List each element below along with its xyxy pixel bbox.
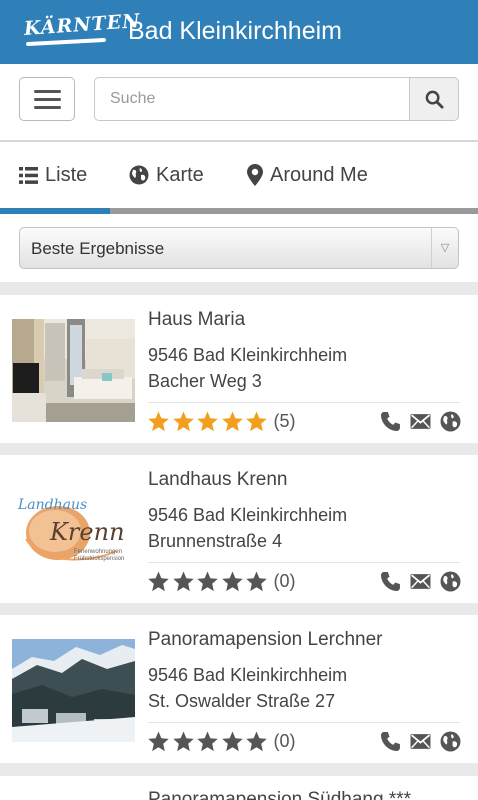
svg-text:Landhaus: Landhaus xyxy=(17,497,87,513)
listing-photo xyxy=(12,639,135,742)
svg-text:Ferienwohnungen: Ferienwohnungen xyxy=(74,549,122,555)
divider xyxy=(148,562,460,563)
star-empty-icon xyxy=(221,571,243,592)
listing-street: Bacher Weg 3 xyxy=(148,371,262,391)
search-bar xyxy=(0,64,478,142)
tab-liste[interactable]: Liste xyxy=(19,142,87,208)
rating-stars: (0) xyxy=(147,570,296,593)
listing-street: Brunnenstraße 4 xyxy=(148,531,283,551)
app-root: KÄRNTEN Bad Kleinkirchheim Liste xyxy=(0,0,478,800)
listing-street: St. Oswalder Straße 27 xyxy=(148,691,336,711)
star-empty-icon xyxy=(148,571,169,592)
star-empty-icon xyxy=(197,731,218,752)
star-empty-icon xyxy=(172,731,194,752)
chevron-down-icon: ▽ xyxy=(431,228,458,268)
svg-text:Frühstückspension: Frühstückspension xyxy=(74,556,124,562)
globe-icon[interactable] xyxy=(440,411,461,432)
phone-icon[interactable] xyxy=(380,731,401,752)
sort-area: Beste Ergebnisse ▽ xyxy=(0,214,478,282)
star-empty-icon xyxy=(246,731,267,752)
listing-postal-city: 9546 Bad Kleinkirchheim xyxy=(148,505,348,525)
star-empty-icon xyxy=(246,571,267,592)
listing-actions xyxy=(380,411,470,432)
list-item[interactable]: Panoramapension Südhang *** xyxy=(0,776,478,800)
globe-icon[interactable] xyxy=(440,731,461,752)
view-tabs: Liste Karte Around Me xyxy=(0,142,478,214)
star-empty-icon xyxy=(148,731,169,752)
phone-icon[interactable] xyxy=(380,571,401,592)
email-icon[interactable] xyxy=(410,571,431,592)
star-empty-icon xyxy=(221,731,243,752)
star-filled-icon xyxy=(221,411,243,432)
phone-icon[interactable] xyxy=(380,411,401,432)
divider xyxy=(148,402,460,403)
listing-postal-city: 9546 Bad Kleinkirchheim xyxy=(148,665,348,685)
rating-stars: (5) xyxy=(147,410,296,433)
star-filled-icon xyxy=(148,411,169,432)
tab-label: Around Me xyxy=(270,163,368,186)
listing-photo xyxy=(12,319,135,422)
star-empty-icon xyxy=(197,571,218,592)
list-item[interactable]: Haus Maria 9546 Bad Kleinkirchheim Bache… xyxy=(0,295,478,443)
sort-select[interactable]: Beste Ergebnisse ▽ xyxy=(19,227,459,269)
review-count: (5) xyxy=(273,411,296,431)
listing-actions xyxy=(380,731,470,752)
kaernten-logo[interactable]: KÄRNTEN xyxy=(23,10,141,40)
listing-name[interactable]: Landhaus Krenn xyxy=(148,469,287,491)
search-icon xyxy=(425,90,444,109)
map-pin-icon xyxy=(247,164,263,186)
star-empty-icon xyxy=(172,571,194,592)
page-title: Bad Kleinkirchheim xyxy=(128,17,342,45)
listing-postal-city: 9546 Bad Kleinkirchheim xyxy=(148,345,348,365)
search-button[interactable] xyxy=(409,77,459,121)
tab-label: Liste xyxy=(45,163,88,186)
tab-karte[interactable]: Karte xyxy=(129,142,204,208)
hamburger-icon xyxy=(34,90,61,93)
star-filled-icon xyxy=(172,411,194,432)
listing-logo-image: Landhaus Krenn Ferienwohnungen Frühstück… xyxy=(12,479,135,582)
svg-text:Krenn: Krenn xyxy=(49,518,125,546)
search-input[interactable] xyxy=(94,77,410,121)
listing-name[interactable]: Haus Maria xyxy=(148,309,245,331)
list-icon xyxy=(19,166,38,184)
email-icon[interactable] xyxy=(410,411,431,432)
list-item[interactable]: Panoramapension Lerchner 9546 Bad Kleink… xyxy=(0,615,478,763)
tab-label: Karte xyxy=(156,163,204,186)
menu-button[interactable] xyxy=(19,77,75,121)
rating-stars: (0) xyxy=(147,730,296,753)
globe-icon xyxy=(129,165,149,185)
star-filled-icon xyxy=(246,411,267,432)
divider xyxy=(148,722,460,723)
list-item[interactable]: Landhaus Krenn Ferienwohnungen Frühstück… xyxy=(0,455,478,603)
review-count: (0) xyxy=(273,731,296,751)
globe-icon[interactable] xyxy=(440,571,461,592)
email-icon[interactable] xyxy=(410,731,431,752)
listing-actions xyxy=(380,571,470,592)
listing-name[interactable]: Panoramapension Südhang *** xyxy=(148,789,411,800)
star-filled-icon xyxy=(197,411,218,432)
review-count: (0) xyxy=(273,571,296,591)
tab-around-me[interactable]: Around Me xyxy=(247,142,368,208)
listing-name[interactable]: Panoramapension Lerchner xyxy=(148,629,383,651)
sort-selected-value: Beste Ergebnisse xyxy=(31,239,165,258)
app-header: KÄRNTEN Bad Kleinkirchheim xyxy=(0,0,478,64)
